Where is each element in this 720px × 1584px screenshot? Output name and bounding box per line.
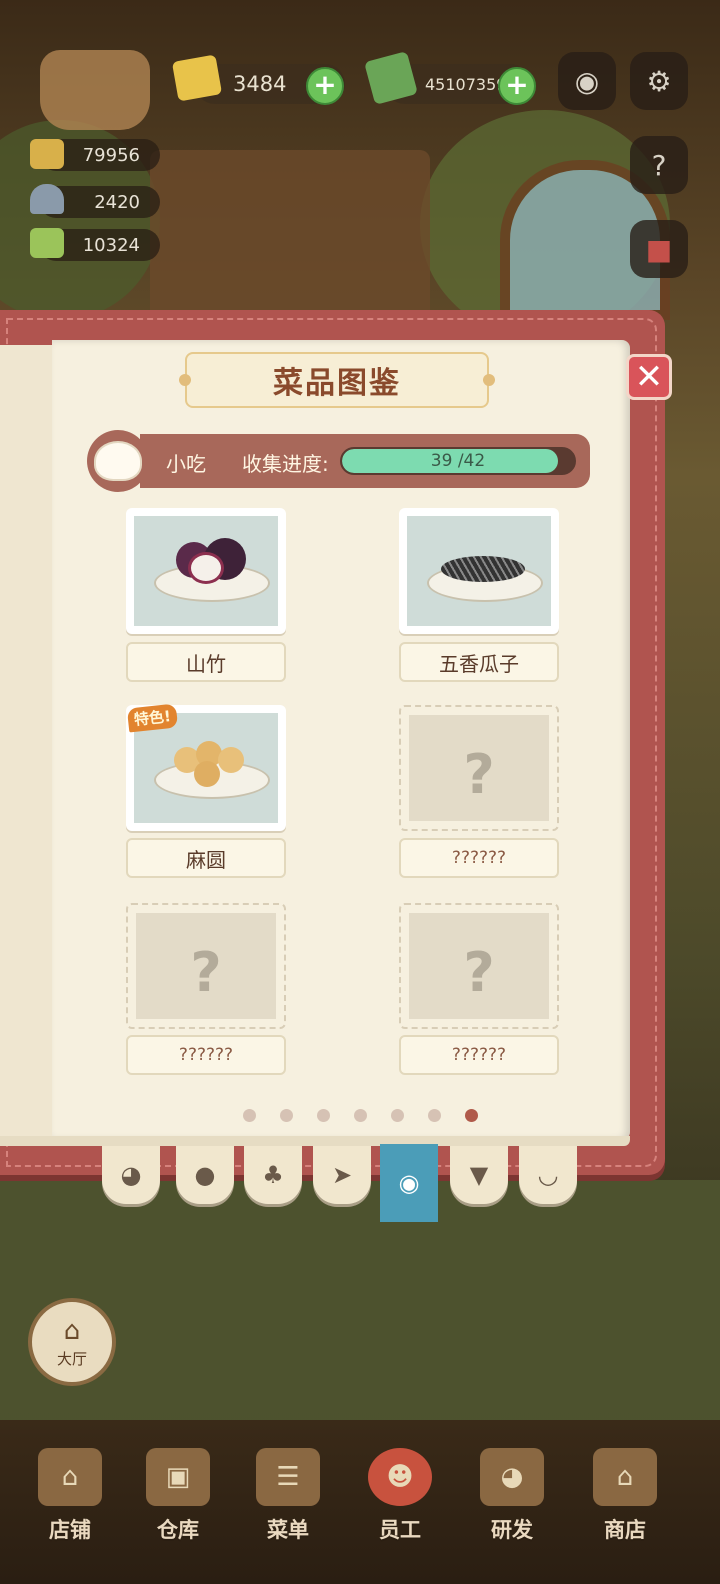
add-cash-button[interactable]: + <box>498 67 536 105</box>
crate-icon: ▣ <box>146 1448 210 1506</box>
category-label: 小吃 <box>166 452 206 476</box>
close-icon: ✕ <box>634 357 664 397</box>
nav-menu[interactable]: ☰ 菜单 <box>238 1440 338 1560</box>
dish-name: 五香瓜子 <box>399 642 559 682</box>
nav-staff[interactable]: ☻ 员工 <box>350 1440 450 1560</box>
dish-name: 麻圆 <box>126 838 286 878</box>
tab-meat[interactable]: ● <box>176 1146 234 1204</box>
question-mark-icon: ? <box>463 743 495 806</box>
page-title: 菜品图鉴 <box>179 352 495 408</box>
mangosteen-icon <box>134 516 278 626</box>
chef-rank-emblem[interactable] <box>40 50 150 130</box>
fish-icon: ➤ <box>331 1161 353 1189</box>
chef-avatar-icon: ☻ <box>368 1448 432 1506</box>
soup-bowl-icon: ◡ <box>537 1161 559 1189</box>
tab-fish[interactable]: ➤ <box>313 1146 371 1204</box>
tab-vegetable[interactable]: ♣ <box>244 1146 302 1204</box>
book-left-page <box>0 345 55 1140</box>
progress-text: 39 /42 <box>430 451 486 471</box>
house-icon: ⌂ <box>63 1315 81 1346</box>
sunflower-seeds-icon <box>407 516 551 626</box>
store-icon: ⌂ <box>593 1448 657 1506</box>
drumstick-icon: ● <box>194 1161 216 1189</box>
dish-name: ?????? <box>399 838 559 878</box>
question-mark-icon: ? <box>463 941 495 1004</box>
cooking-pot-icon: ◕ <box>480 1448 544 1506</box>
gear-icon: ⚙ <box>646 64 672 98</box>
dish-card-locked[interactable]: ? <box>399 705 559 831</box>
gold-value: 3484 <box>233 72 287 96</box>
camera-icon: ◉ <box>574 64 600 98</box>
progress-label: 收集进度: <box>242 452 329 476</box>
restaurant-wall <box>150 150 430 310</box>
cash-value: 45107359 <box>425 74 507 94</box>
ticket-icon <box>30 228 64 258</box>
page-dot[interactable] <box>317 1109 330 1122</box>
cloche-icon <box>30 184 64 214</box>
tab-soup[interactable]: ◡ <box>519 1146 577 1204</box>
page-dot-active[interactable] <box>465 1109 478 1122</box>
page-dot[interactable] <box>280 1109 293 1122</box>
nav-research[interactable]: ◕ 研发 <box>462 1440 562 1560</box>
question-mark-icon: ? <box>190 941 222 1004</box>
nav-shop-front[interactable]: ⌂ 店铺 <box>20 1440 120 1560</box>
wine-glass-icon: ▼ <box>469 1161 489 1189</box>
dish-card-locked[interactable]: ? <box>126 903 286 1029</box>
tab-snacks[interactable]: ◉ <box>380 1144 438 1222</box>
wok-icon: ◕ <box>120 1161 142 1189</box>
page-dot[interactable] <box>391 1109 404 1122</box>
page-dot[interactable] <box>354 1109 367 1122</box>
dish-card-locked[interactable]: ? <box>399 903 559 1029</box>
dish-card-mangosteen[interactable] <box>126 508 286 634</box>
tab-stir-fry[interactable]: ◕ <box>102 1146 160 1204</box>
question-book-icon: ? <box>651 148 667 182</box>
page-edge <box>0 1136 630 1146</box>
dish-name: ?????? <box>399 1035 559 1075</box>
hall-button[interactable]: ⌂ 大厅 <box>28 1298 116 1386</box>
side-menu-button[interactable]: ■ <box>630 220 688 278</box>
page-dot[interactable] <box>243 1109 256 1122</box>
dish-card-sunflower-seeds[interactable] <box>399 508 559 634</box>
dish-name: ?????? <box>126 1035 286 1075</box>
tab-drinks[interactable]: ▼ <box>450 1146 508 1204</box>
dish-name: 山竹 <box>126 642 286 682</box>
help-book-button[interactable]: ? <box>630 136 688 194</box>
nav-warehouse[interactable]: ▣ 仓库 <box>128 1440 228 1560</box>
gold-bar-icon <box>171 54 223 102</box>
camera-button[interactable]: ◉ <box>558 52 616 110</box>
category-icon <box>87 430 149 492</box>
storefront-icon: ⌂ <box>38 1448 102 1506</box>
nav-store[interactable]: ⌂ 商店 <box>575 1440 675 1560</box>
clipboard-icon: ☰ <box>256 1448 320 1506</box>
broccoli-icon: ♣ <box>262 1161 284 1189</box>
red-book-icon: ■ <box>645 232 673 266</box>
ground <box>0 1180 720 1440</box>
close-button[interactable]: ✕ <box>626 354 672 400</box>
bun-icon <box>94 441 142 481</box>
settings-button[interactable]: ⚙ <box>630 52 688 110</box>
gold-ingot-icon <box>30 139 64 169</box>
page-dot[interactable] <box>428 1109 441 1122</box>
bun-icon: ◉ <box>398 1169 420 1197</box>
add-gold-button[interactable]: + <box>306 67 344 105</box>
